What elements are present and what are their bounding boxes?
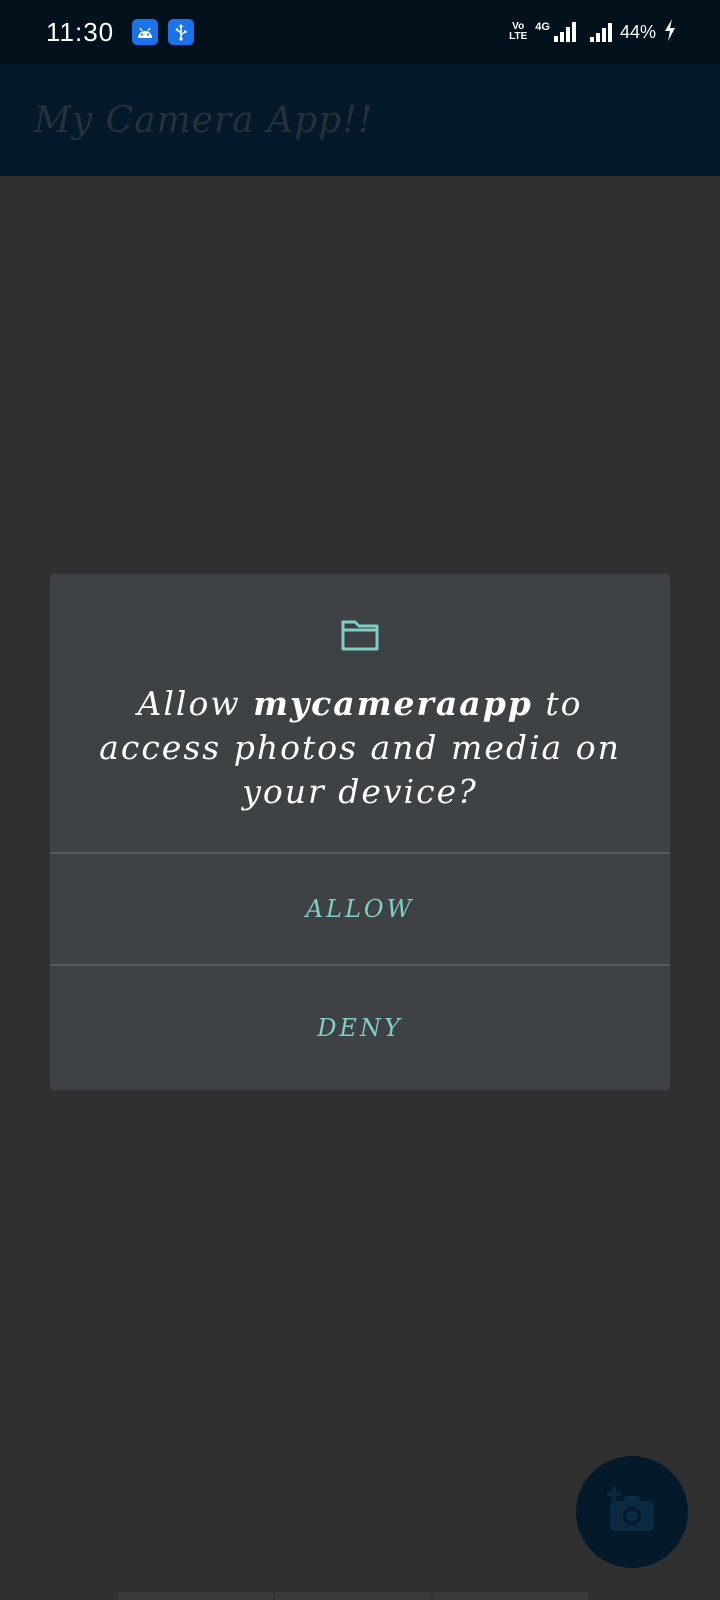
charging-icon: [664, 19, 676, 45]
usb-icon: [168, 19, 195, 45]
deny-button[interactable]: DENY: [50, 966, 670, 1090]
permission-dialog: Allow mycameraapp to access photos and m…: [50, 574, 670, 1090]
status-bar: 11:30 Vo LTE 4G 44%: [0, 0, 720, 64]
folder-icon: [340, 618, 380, 652]
app-bar: My Camera App!!: [0, 64, 720, 176]
notification-icons: [132, 19, 195, 45]
allow-button[interactable]: ALLOW: [50, 854, 670, 964]
network-type: 4G: [535, 21, 550, 33]
app-name: mycameraapp: [253, 684, 533, 723]
battery-percentage: 44%: [619, 21, 656, 42]
app-title: My Camera App!!: [34, 99, 374, 141]
permission-message: Allow mycameraapp to access photos and m…: [99, 684, 621, 811]
add-photo-button[interactable]: [576, 1456, 688, 1568]
android-icon: [132, 19, 159, 45]
bottom-nav-hint: [118, 1592, 588, 1600]
status-time: 11:30: [46, 16, 115, 47]
signal-sim2-icon: [589, 22, 612, 42]
screen: 11:30 Vo LTE 4G 44% My Camera App!! Allo…: [0, 0, 720, 1600]
volte-indicator: Vo LTE: [509, 21, 528, 42]
signal-sim1-icon: [553, 22, 576, 42]
status-right: Vo LTE 4G 44%: [509, 19, 676, 45]
add-photo-icon: [606, 1487, 658, 1537]
